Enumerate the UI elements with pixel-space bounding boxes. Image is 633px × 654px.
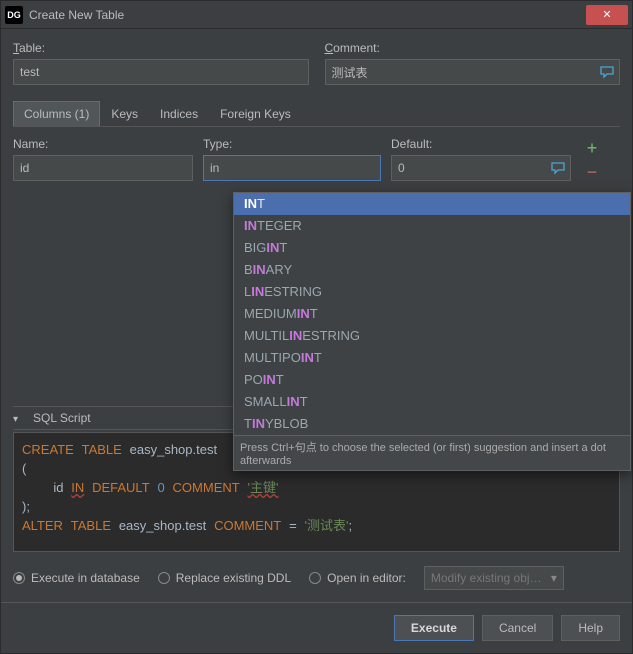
radio-replace-ddl[interactable]: Replace existing DDL: [158, 571, 291, 585]
column-default-input[interactable]: [391, 155, 571, 181]
autocomplete-item[interactable]: BINARY: [234, 259, 630, 281]
autocomplete-item[interactable]: LINESTRING: [234, 281, 630, 303]
autocomplete-popup: INTINTEGERBIGINTBINARYLINESTRINGMEDIUMIN…: [233, 192, 631, 471]
name-label: Name:: [13, 137, 193, 151]
default-label: Default:: [391, 137, 571, 151]
tab-foreign-keys[interactable]: Foreign Keys: [209, 101, 302, 126]
autocomplete-item[interactable]: POINT: [234, 369, 630, 391]
autocomplete-item[interactable]: BIGINT: [234, 237, 630, 259]
cancel-button[interactable]: Cancel: [482, 615, 553, 641]
column-type-input[interactable]: [203, 155, 381, 181]
autocomplete-hint: Press Ctrl+句点 to choose the selected (or…: [234, 435, 630, 470]
tab-columns[interactable]: Columns (1): [13, 101, 100, 126]
tab-indices[interactable]: Indices: [149, 101, 209, 126]
execute-button[interactable]: Execute: [394, 615, 474, 641]
radio-execute-in-db[interactable]: Execute in database: [13, 571, 140, 585]
comment-bubble-icon[interactable]: [598, 63, 616, 81]
table-input[interactable]: [13, 59, 309, 85]
tabs: Columns (1) Keys Indices Foreign Keys: [13, 101, 620, 127]
remove-column-button[interactable]: −: [587, 165, 598, 179]
autocomplete-item[interactable]: MULTIPOINT: [234, 347, 630, 369]
sql-script-label: SQL Script: [33, 411, 91, 425]
column-name-input[interactable]: [13, 155, 193, 181]
type-label: Type:: [203, 137, 381, 151]
comment-label: Comment:: [325, 41, 621, 55]
help-button[interactable]: Help: [561, 615, 620, 641]
app-logo: DG: [5, 6, 23, 24]
chevron-down-icon: [13, 412, 29, 424]
editor-target-dropdown[interactable]: Modify existing obj…: [424, 566, 564, 590]
add-column-button[interactable]: +: [587, 141, 598, 155]
autocomplete-item[interactable]: TINYBLOB: [234, 413, 630, 435]
window-title: Create New Table: [29, 8, 586, 22]
default-bubble-icon[interactable]: [549, 159, 567, 177]
close-button[interactable]: ✕: [586, 5, 628, 25]
table-label: Table:: [13, 41, 309, 55]
radio-open-in-editor[interactable]: Open in editor:: [309, 571, 406, 585]
autocomplete-item[interactable]: INTEGER: [234, 215, 630, 237]
tab-keys[interactable]: Keys: [100, 101, 149, 126]
autocomplete-item[interactable]: MEDIUMINT: [234, 303, 630, 325]
comment-input[interactable]: [325, 59, 621, 85]
autocomplete-item[interactable]: SMALLINT: [234, 391, 630, 413]
titlebar: DG Create New Table ✕: [1, 1, 632, 29]
autocomplete-item[interactable]: INT: [234, 193, 630, 215]
autocomplete-item[interactable]: MULTILINESTRING: [234, 325, 630, 347]
